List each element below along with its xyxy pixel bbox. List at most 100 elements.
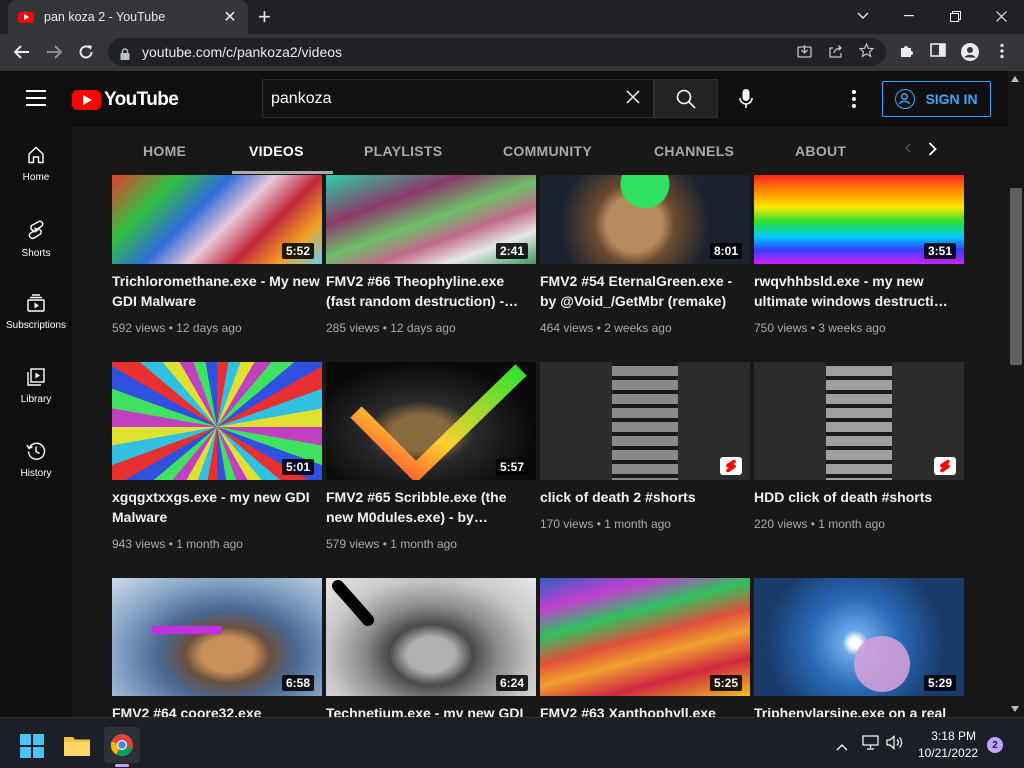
video-title[interactable]: FMV2 #63 Xanthophyll.exe bbox=[540, 703, 750, 717]
sidebar-item-subscriptions[interactable]: Subscriptions bbox=[0, 279, 72, 353]
extensions-icon[interactable] bbox=[896, 43, 916, 63]
tab-community[interactable]: COMMUNITY bbox=[503, 127, 592, 175]
clock[interactable]: 3:18 PM 10/21/2022 bbox=[918, 729, 978, 760]
browser-tab[interactable]: pan koza 2 - YouTube ✕ bbox=[8, 0, 248, 34]
search-button[interactable] bbox=[654, 79, 718, 118]
windows-taskbar: 3:18 PM 10/21/2022 2 bbox=[0, 717, 1024, 768]
video-thumbnail[interactable]: 5:57 bbox=[326, 362, 536, 480]
video-title[interactable]: Triphenylarsine.exe on a real bbox=[754, 703, 964, 717]
chrome-taskbar-button[interactable] bbox=[104, 727, 140, 763]
video-card[interactable]: click of death 2 #shorts 170 views • 1 m… bbox=[540, 362, 750, 562]
video-card[interactable]: 5:52 Trichloromethane.exe - My new GDI M… bbox=[112, 175, 322, 345]
active-app-indicator bbox=[115, 764, 129, 767]
video-card[interactable]: 6:58 FMV2 #64 coore32.exe bbox=[112, 578, 322, 717]
tab-about[interactable]: ABOUT bbox=[795, 127, 846, 175]
back-button[interactable] bbox=[8, 38, 36, 66]
lock-icon bbox=[120, 47, 130, 60]
video-thumbnail[interactable]: 5:25 bbox=[540, 578, 750, 696]
youtube-header: YouTube pankoza SIGN IN bbox=[0, 71, 1008, 127]
windows-logo-icon bbox=[20, 734, 44, 758]
forward-button[interactable] bbox=[40, 38, 68, 66]
install-app-icon[interactable] bbox=[797, 44, 812, 61]
video-title[interactable]: FMV2 #65 Scribble.exe (the new M0dules.e… bbox=[326, 487, 536, 527]
video-title[interactable]: FMV2 #66 Theophyline.exe (fast random de… bbox=[326, 271, 536, 311]
video-card[interactable]: HDD click of death #shorts 220 views • 1… bbox=[754, 362, 964, 562]
browser-tab-title: pan koza 2 - YouTube bbox=[44, 10, 166, 24]
scroll-up-icon[interactable] bbox=[1011, 74, 1019, 84]
sidebar-item-label: Subscriptions bbox=[5, 320, 67, 331]
video-card[interactable]: 5:57 FMV2 #65 Scribble.exe (the new M0du… bbox=[326, 362, 536, 562]
video-metadata: 750 views • 3 weeks ago bbox=[754, 321, 886, 335]
page-scrollbar[interactable] bbox=[1008, 71, 1024, 717]
show-hidden-icons-icon[interactable] bbox=[836, 738, 848, 756]
tab-videos[interactable]: VIDEOS bbox=[249, 127, 304, 175]
share-icon[interactable] bbox=[828, 44, 843, 61]
video-card[interactable]: 5:29 Triphenylarsine.exe on a real bbox=[754, 578, 964, 717]
profile-icon[interactable] bbox=[960, 43, 980, 63]
guide-menu-icon[interactable] bbox=[26, 90, 46, 106]
video-card[interactable]: 8:01 FMV2 #54 EternalGreen.exe - by @Voi… bbox=[540, 175, 750, 345]
video-thumbnail[interactable]: 6:24 bbox=[326, 578, 536, 696]
chrome-menu-icon[interactable] bbox=[992, 43, 1012, 63]
address-url: youtube.com/c/pankoza2/videos bbox=[142, 44, 343, 60]
video-thumbnail[interactable]: 5:29 bbox=[754, 578, 964, 696]
side-panel-icon[interactable] bbox=[928, 43, 948, 63]
address-bar[interactable]: youtube.com/c/pankoza2/videos bbox=[108, 38, 886, 66]
video-duration: 5:57 bbox=[495, 459, 528, 475]
video-title[interactable]: click of death 2 #shorts bbox=[540, 487, 750, 507]
minimize-button[interactable] bbox=[886, 0, 932, 32]
scroll-down-icon[interactable] bbox=[1011, 704, 1019, 714]
tab-search-icon[interactable] bbox=[840, 0, 886, 32]
browser-toolbar: youtube.com/c/pankoza2/videos bbox=[0, 34, 1024, 71]
voice-search-button[interactable] bbox=[729, 82, 762, 115]
video-thumbnail[interactable]: 3:51 bbox=[754, 175, 964, 264]
video-card[interactable]: 5:01 xgqgxtxxgs.exe - my new GDI Malware… bbox=[112, 362, 322, 562]
view-count: 220 views bbox=[754, 517, 808, 531]
volume-icon[interactable] bbox=[886, 735, 904, 755]
video-thumbnail[interactable] bbox=[754, 362, 964, 480]
video-card[interactable]: 6:24 Technetium.exe - my new GDI bbox=[326, 578, 536, 717]
window-close-button[interactable] bbox=[978, 0, 1024, 32]
tab-scroll-right-icon[interactable] bbox=[928, 140, 937, 161]
video-card[interactable]: 2:41 FMV2 #66 Theophyline.exe (fast rand… bbox=[326, 175, 536, 345]
sidebar-item-library[interactable]: Library bbox=[0, 353, 72, 427]
view-count: 464 views bbox=[540, 321, 594, 335]
tab-close-icon[interactable]: ✕ bbox=[222, 7, 238, 27]
video-thumbnail[interactable] bbox=[540, 362, 750, 480]
video-title[interactable]: Technetium.exe - my new GDI bbox=[326, 703, 536, 717]
video-thumbnail[interactable]: 5:01 bbox=[112, 362, 322, 480]
video-thumbnail[interactable]: 8:01 bbox=[540, 175, 750, 264]
notification-badge[interactable]: 2 bbox=[987, 737, 1003, 753]
video-thumbnail[interactable]: 6:58 bbox=[112, 578, 322, 696]
video-title[interactable]: FMV2 #54 EternalGreen.exe - by @Void_/Ge… bbox=[540, 271, 750, 311]
video-card[interactable]: 5:25 FMV2 #63 Xanthophyll.exe bbox=[540, 578, 750, 717]
bookmark-star-icon[interactable] bbox=[858, 42, 875, 61]
tab-channels[interactable]: CHANNELS bbox=[654, 127, 734, 175]
reload-button[interactable] bbox=[72, 38, 100, 66]
settings-menu-icon[interactable] bbox=[845, 87, 863, 111]
search-input[interactable]: pankoza bbox=[262, 79, 654, 118]
keyboard-image bbox=[612, 362, 678, 480]
video-thumbnail[interactable]: 2:41 bbox=[326, 175, 536, 264]
clear-search-icon[interactable] bbox=[621, 87, 645, 110]
sidebar-item-shorts[interactable]: Shorts bbox=[0, 205, 72, 279]
video-title[interactable]: FMV2 #64 coore32.exe bbox=[112, 703, 322, 717]
video-title[interactable]: HDD click of death #shorts bbox=[754, 487, 964, 507]
video-title[interactable]: Trichloromethane.exe - My new GDI Malwar… bbox=[112, 271, 322, 311]
file-explorer-button[interactable] bbox=[64, 734, 90, 761]
video-title[interactable]: rwqvhhbsld.exe - my new ultimate windows… bbox=[754, 271, 964, 311]
sidebar-item-history[interactable]: History bbox=[0, 427, 72, 501]
tab-playlists[interactable]: PLAYLISTS bbox=[364, 127, 442, 175]
scrollbar-thumb[interactable] bbox=[1010, 188, 1022, 365]
sidebar-item-home[interactable]: Home bbox=[0, 131, 72, 205]
restore-button[interactable] bbox=[932, 0, 978, 32]
tab-home[interactable]: HOME bbox=[143, 127, 186, 175]
start-button[interactable] bbox=[20, 734, 44, 763]
video-card[interactable]: 3:51 rwqvhhbsld.exe - my new ultimate wi… bbox=[754, 175, 964, 345]
video-title[interactable]: xgqgxtxxgs.exe - my new GDI Malware bbox=[112, 487, 322, 527]
youtube-logo[interactable]: YouTube bbox=[72, 89, 179, 111]
network-icon[interactable] bbox=[862, 735, 879, 755]
video-thumbnail[interactable]: 5:52 bbox=[112, 175, 322, 264]
sign-in-button[interactable]: SIGN IN bbox=[882, 81, 991, 117]
new-tab-button[interactable]: + bbox=[258, 4, 271, 30]
